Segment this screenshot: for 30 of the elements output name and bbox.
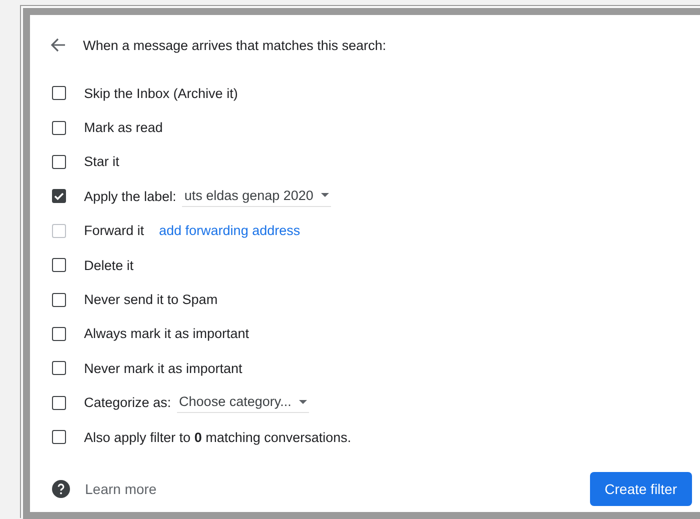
option-label: Apply the label: [84,188,176,204]
checkbox[interactable] [52,189,66,204]
checkbox[interactable] [52,396,66,410]
option-label: Always mark it as important [84,326,250,342]
checkbox[interactable] [52,292,66,307]
checkbox[interactable] [52,86,66,100]
dropdown[interactable]: Choose category... [177,392,310,414]
option-label: Skip the Inbox (Archive it) [84,86,238,101]
checkbox[interactable] [52,154,66,169]
checkbox[interactable] [52,258,66,272]
caret-icon [321,193,330,198]
option-label: Never send it to Spam [84,292,218,308]
caret-icon [299,400,308,404]
checkbox[interactable] [52,361,66,376]
option-label: Mark as read [84,120,163,136]
option-label: Delete it [84,258,134,273]
option-label: Star it [84,154,120,170]
back-arrow-icon[interactable] [50,37,66,53]
option-label: Never mark it as important [84,360,242,376]
header-text: When a message arrives that matches this search: [83,38,386,52]
option-label: Forward it [84,223,144,238]
option-label: Categorize as: [84,395,172,410]
help-icon[interactable] [52,480,70,498]
option-label: Also apply filter to 0 matching conversations. [84,430,352,445]
checkbox[interactable] [52,326,66,341]
learn-more-link[interactable]: Learn more [85,481,157,498]
dropdown[interactable]: uts eldas genap 2020 [182,186,332,207]
checkbox[interactable] [52,120,66,135]
checkbox[interactable] [52,430,66,444]
create-filter-button[interactable]: Create filter [590,472,692,506]
